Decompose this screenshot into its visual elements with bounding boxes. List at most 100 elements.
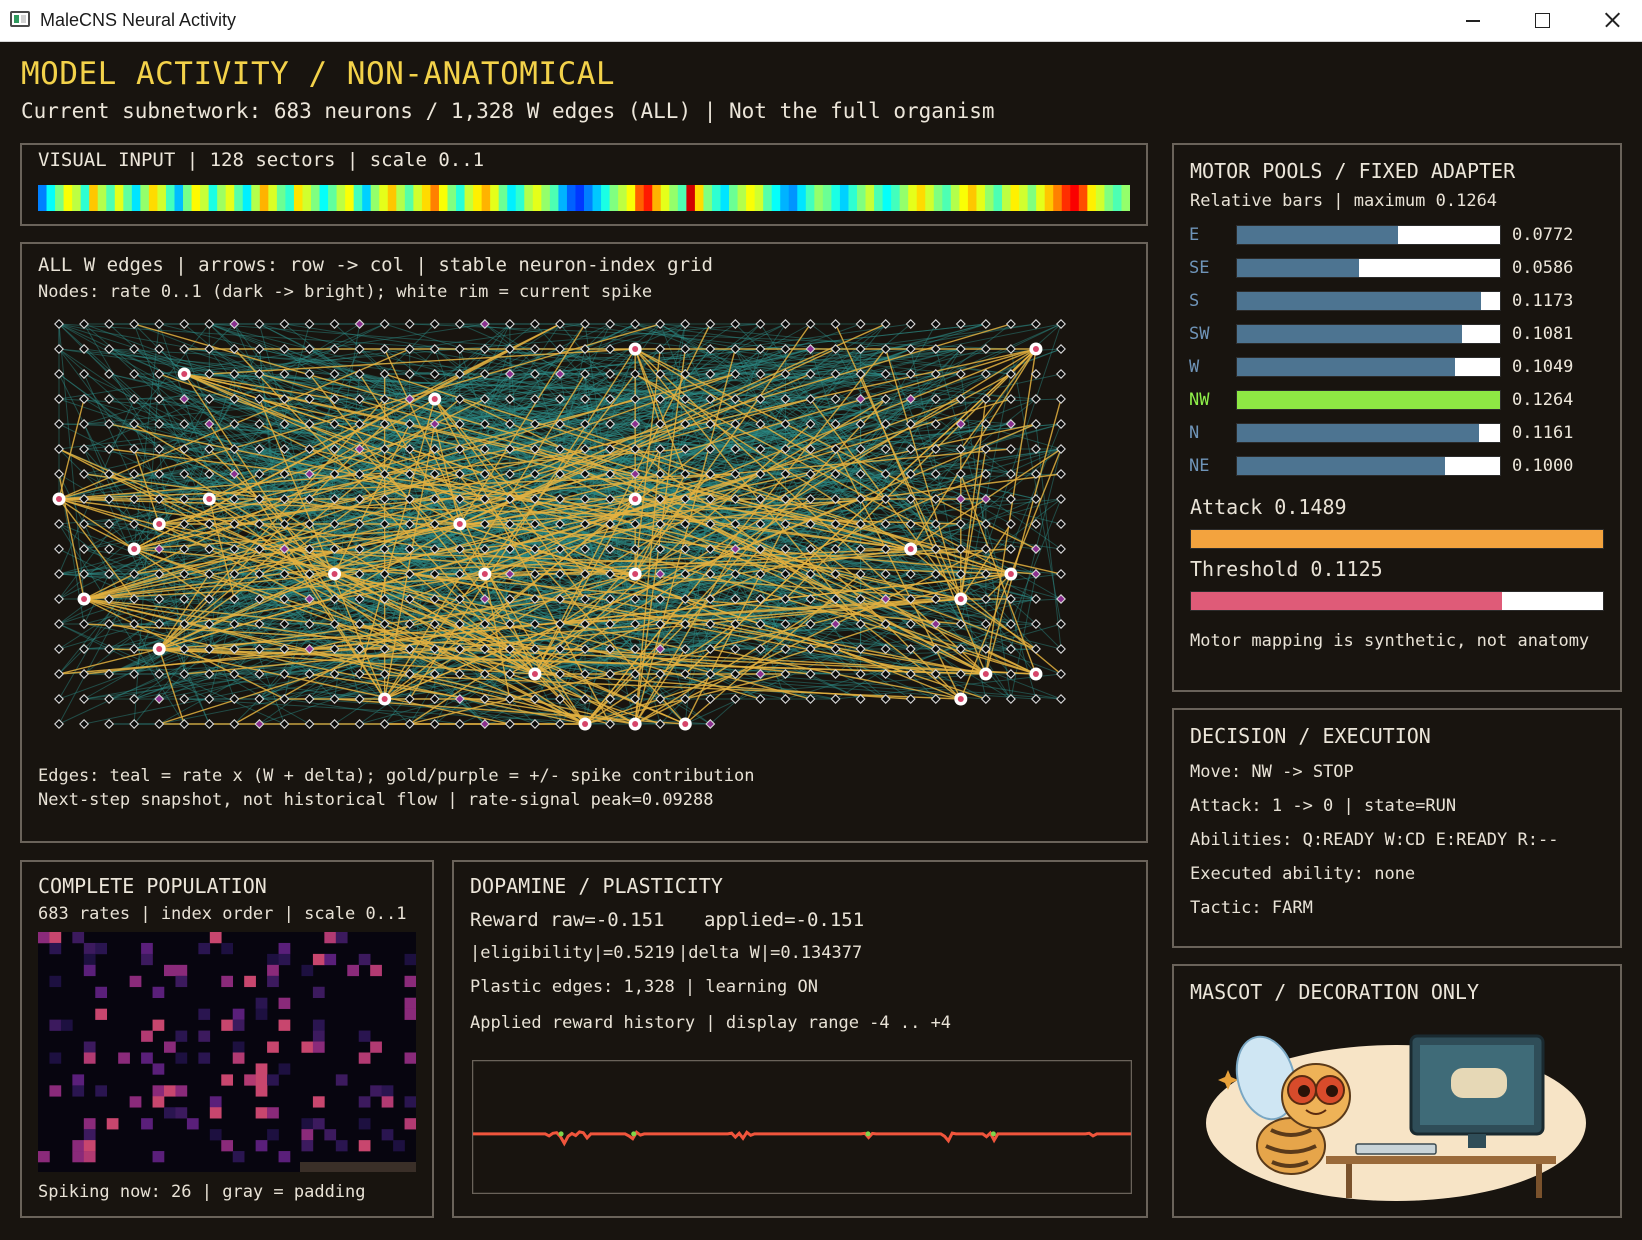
neuron-node — [54, 644, 64, 654]
visual-sector — [430, 185, 440, 211]
app-icon — [10, 11, 30, 27]
spiking-node-core — [957, 696, 964, 702]
neuron-rate-cell — [72, 1074, 85, 1086]
motor-row-sw: SW 0.1081 — [1189, 324, 1609, 344]
neuron-rate-cell — [312, 1019, 325, 1031]
visual-sector — [566, 185, 577, 211]
neuron-node — [1005, 469, 1016, 479]
visual-sector — [822, 185, 833, 211]
neuron-node — [429, 369, 440, 379]
neuron-rate-cell — [255, 1085, 268, 1097]
reward-raw: Reward raw=-0.151 — [470, 909, 665, 931]
neuron-rate-cell — [106, 1118, 119, 1130]
visual-sector — [1044, 185, 1054, 211]
motor-value-se: 0.0586 — [1512, 258, 1574, 278]
neuron-rate-cell — [209, 1129, 222, 1141]
visual-sector — [959, 185, 969, 211]
neuron-rate-cell — [381, 1085, 394, 1097]
neuron-rate-cell — [83, 1151, 96, 1163]
graph-footer-2: Next-step snapshot, not historical flow … — [38, 790, 714, 810]
visual-sector — [967, 185, 978, 211]
visual-sector — [55, 185, 65, 211]
spiking-node-core — [957, 596, 964, 602]
neuron-rate-cell — [312, 1096, 325, 1108]
neuron-rate-cell — [141, 1118, 153, 1130]
neuron-node — [1056, 394, 1066, 404]
minimize-button[interactable] — [1437, 0, 1507, 42]
neuron-rate-cell — [72, 1151, 85, 1163]
neuron-node — [329, 719, 340, 729]
visual-sector — [703, 185, 713, 211]
visual-sector — [720, 185, 730, 211]
neuron-rate-cell — [152, 1096, 165, 1108]
neuron-node — [1056, 469, 1066, 479]
neuron-node — [930, 419, 941, 429]
neuron-rate-cell — [301, 1129, 314, 1141]
visual-sector — [993, 185, 1003, 211]
visual-sector — [899, 185, 909, 211]
neuron-rate-cell — [152, 986, 165, 999]
motor-bar-fill-nw — [1237, 391, 1500, 409]
visual-sector — [1104, 185, 1114, 211]
spiking-node-core — [206, 496, 213, 502]
visual-sector — [584, 185, 594, 211]
maximize-button[interactable] — [1507, 0, 1577, 42]
spiking-node-core — [156, 646, 163, 652]
close-button[interactable] — [1577, 0, 1642, 42]
spiking-node-core — [531, 671, 538, 677]
spiking-node-core — [582, 721, 589, 727]
neuron-rate-cell — [232, 1052, 245, 1064]
visual-sector — [891, 185, 901, 211]
neuron-rate-cell — [175, 1107, 188, 1119]
reward-history-plot — [472, 1060, 1132, 1194]
neuron-rate-cell — [324, 1129, 337, 1141]
motor-value-w: 0.1049 — [1512, 357, 1574, 377]
dopamine-title: DOPAMINE / PLASTICITY — [470, 874, 723, 898]
neuron-rate-cell — [370, 1085, 382, 1097]
visual-sector — [669, 185, 679, 211]
neuron-node — [79, 719, 90, 729]
motor-label-se: SE — [1189, 258, 1210, 278]
neuron-node — [805, 319, 816, 329]
neuron-node — [905, 694, 916, 704]
visual-sector — [63, 185, 73, 211]
visual-sector — [217, 185, 227, 211]
neuron-node — [179, 719, 190, 729]
visual-sector — [114, 185, 124, 211]
motor-bar-fill-n — [1237, 424, 1479, 442]
neuron-node — [504, 719, 515, 729]
neuron-rate-cell — [335, 1140, 348, 1152]
visual-sector — [865, 185, 875, 211]
visual-sector — [106, 185, 116, 211]
mascot-left-pupil — [1298, 1085, 1310, 1097]
neuron-node — [1056, 519, 1066, 529]
neuron-rate-cell — [232, 1041, 245, 1053]
visual-sector — [123, 185, 133, 211]
neuron-rate-cell — [404, 1118, 416, 1130]
visual-sector — [311, 185, 321, 211]
threshold-bar-track — [1190, 591, 1604, 611]
neuron-node — [855, 319, 866, 329]
neuron-rate-cell — [209, 1096, 222, 1108]
neuron-rate-cell — [164, 1085, 176, 1097]
visual-sector — [788, 185, 798, 211]
motor-row-se: SE 0.0586 — [1189, 258, 1609, 278]
neuron-rate-cell — [267, 964, 279, 977]
neuron-rate-cell — [198, 1008, 211, 1020]
reward-positive-marker — [631, 1131, 637, 1137]
attack-bar-track — [1190, 529, 1604, 549]
neuron-node — [354, 319, 365, 329]
window-title-bar[interactable]: MaleCNS Neural Activity — [0, 0, 1642, 42]
visual-sector — [285, 185, 295, 211]
page-title: MODEL ACTIVITY / NON-ANATOMICAL — [21, 56, 616, 92]
visual-sector — [370, 185, 380, 211]
neuron-node — [154, 669, 165, 679]
neuron-rate-cell — [198, 1052, 211, 1064]
visual-sector — [643, 185, 653, 211]
reward-applied: applied=-0.151 — [704, 909, 865, 931]
neuron-rate-cell — [141, 953, 153, 966]
visual-sector — [549, 185, 560, 211]
neuron-node — [805, 669, 816, 679]
neuron-rate-cell — [404, 997, 416, 1009]
visual-sector — [652, 185, 662, 211]
